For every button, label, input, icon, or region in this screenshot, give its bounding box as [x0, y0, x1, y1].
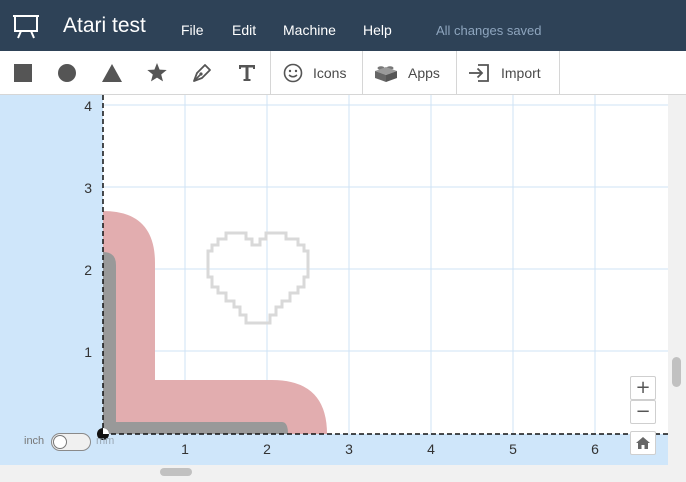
unit-toggle-knob: [53, 435, 67, 449]
lego-brick-icon: [375, 65, 397, 82]
toolbar-divider: [362, 51, 363, 94]
zoom-in-button[interactable]: +: [630, 376, 656, 400]
zoom-out-button[interactable]: −: [630, 400, 656, 424]
menu-file[interactable]: File: [181, 22, 204, 38]
toolbar-divider: [559, 51, 560, 94]
icons-button-label: Icons: [313, 64, 347, 81]
unit-toggle[interactable]: [51, 433, 91, 451]
menu-machine[interactable]: Machine: [283, 22, 336, 38]
project-title[interactable]: Atari test: [63, 14, 146, 38]
import-arrow-icon: [469, 63, 489, 82]
square-tool[interactable]: [8, 51, 38, 94]
menu-help[interactable]: Help: [363, 22, 392, 38]
smiley-icon: [283, 63, 303, 82]
y-tick-label: 2: [84, 262, 92, 278]
pen-icon: [193, 63, 211, 82]
star-tool[interactable]: [142, 51, 172, 94]
home-icon: [636, 437, 650, 449]
shape-toolbar: Icons Apps Import: [0, 51, 686, 95]
design-canvas[interactable]: 1 2 3 4 1 2 3 4 5 6 7: [0, 95, 686, 482]
unit-mm-label: mm: [96, 435, 115, 447]
x-tick-label: 4: [427, 441, 435, 457]
apps-button[interactable]: Apps: [373, 51, 449, 94]
easel-logo-icon[interactable]: [12, 12, 40, 40]
x-tick-label: 5: [509, 441, 517, 457]
vertical-scrollbar[interactable]: [668, 95, 686, 465]
text-tool[interactable]: [232, 51, 262, 94]
plus-icon: +: [635, 377, 651, 398]
x-tick-label: 1: [181, 441, 189, 457]
minus-icon: −: [635, 401, 651, 422]
x-tick-label: 2: [263, 441, 271, 457]
toolbar-divider: [456, 51, 457, 94]
text-t-icon: [239, 64, 255, 81]
save-status: All changes saved: [436, 23, 542, 38]
pen-tool[interactable]: [187, 51, 217, 94]
y-tick-label: 1: [84, 344, 92, 360]
square-icon: [14, 63, 32, 82]
canvas-svg: 1 2 3 4 1 2 3 4 5 6 7: [84, 95, 682, 457]
menu-edit[interactable]: Edit: [232, 22, 256, 38]
horizontal-scrollbar[interactable]: [0, 465, 686, 482]
triangle-icon: [102, 63, 122, 82]
vertical-scrollbar-thumb[interactable]: [672, 357, 681, 387]
x-tick-label: 3: [345, 441, 353, 457]
horizontal-scrollbar-thumb[interactable]: [160, 468, 192, 476]
y-tick-label: 4: [84, 98, 92, 114]
import-button[interactable]: Import: [468, 51, 552, 94]
x-tick-label: 6: [591, 441, 599, 457]
apps-button-label: Apps: [408, 64, 440, 81]
unit-inch-label: inch: [24, 435, 45, 447]
circle-icon: [58, 63, 76, 82]
icons-button[interactable]: Icons: [283, 51, 353, 94]
toolbar-divider: [270, 51, 271, 94]
circle-tool[interactable]: [52, 51, 82, 94]
zoom-home-button[interactable]: [630, 431, 656, 455]
star-icon: [147, 63, 167, 82]
triangle-tool[interactable]: [97, 51, 127, 94]
y-tick-label: 3: [84, 180, 92, 196]
import-button-label: Import: [501, 64, 541, 81]
top-bar: Atari test File Edit Machine Help All ch…: [0, 0, 686, 51]
